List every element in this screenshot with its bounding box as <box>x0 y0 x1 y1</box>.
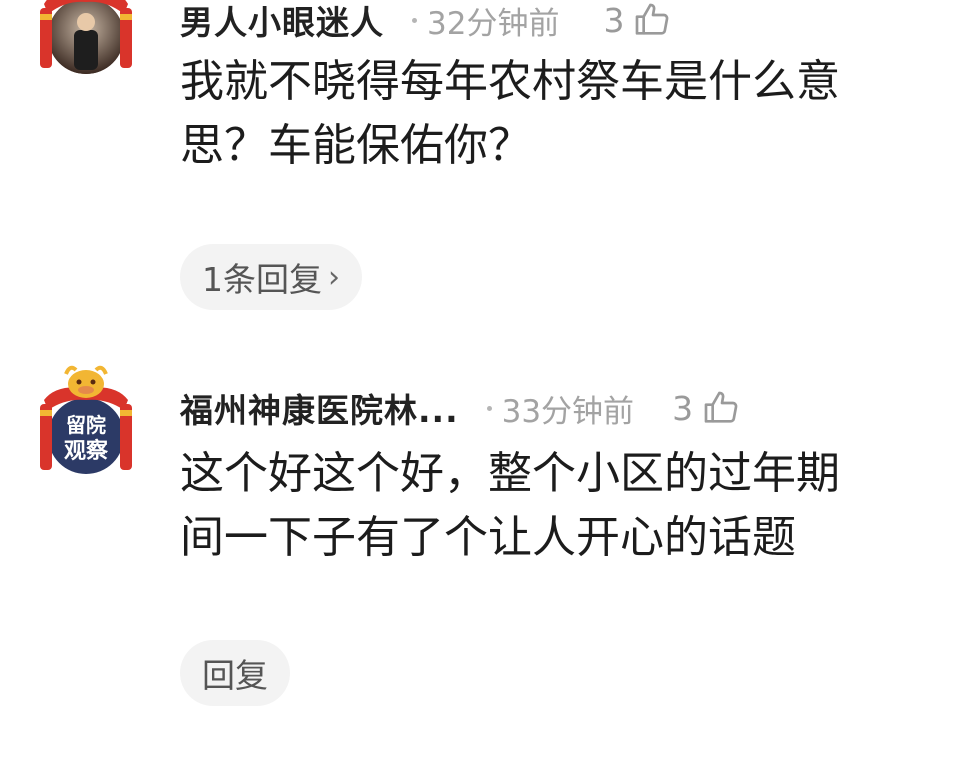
timestamp: 32分钟前 <box>412 0 559 43</box>
thumbs-up-icon <box>701 388 741 428</box>
like-button[interactable]: 3 <box>603 0 672 40</box>
svg-text:观察: 观察 <box>64 438 109 464</box>
reply-button[interactable]: 回复 <box>180 640 290 706</box>
avatar[interactable]: 留院 观察 <box>36 362 136 474</box>
thumbs-up-icon <box>632 0 672 40</box>
avatar[interactable] <box>36 0 136 84</box>
comment-text: 我就不晓得每年农村祭车是什么意 思？车能保佑你？ <box>180 50 972 178</box>
timestamp-text: 33分钟前 <box>501 393 635 430</box>
comment-line: 这个好这个好，整个小区的过年期 <box>180 448 840 499</box>
separator-dot <box>486 405 492 411</box>
separator-dot <box>412 17 417 23</box>
comment-line: 我就不晓得每年农村祭车是什么意 <box>180 56 840 107</box>
username[interactable]: 男人小眼迷人 <box>180 0 384 44</box>
username[interactable]: 福州神康医院林... <box>180 384 459 432</box>
reply-label: 1条回复 <box>202 260 322 299</box>
festive-frame-avatar-icon <box>40 0 132 74</box>
comment-header: 福州神康医院林... 33分钟前 3 <box>180 380 741 436</box>
comment-line: 间一下子有了个让人开心的话题 <box>180 512 796 563</box>
chevron-right-icon: › <box>328 259 340 295</box>
like-count: 3 <box>672 388 694 428</box>
timestamp: 33分钟前 <box>486 386 635 431</box>
view-replies-button[interactable]: 1条回复 › <box>180 244 362 310</box>
like-button[interactable]: 3 <box>672 388 741 428</box>
comment-text: 这个好这个好，整个小区的过年期 间一下子有了个让人开心的话题 <box>180 442 972 570</box>
reply-label: 回复 <box>202 656 268 695</box>
comment-line: 思？车能保佑你？ <box>180 120 532 171</box>
comment-header: 男人小眼迷人 32分钟前 3 <box>180 0 672 48</box>
timestamp-text: 32分钟前 <box>427 5 560 42</box>
festive-frame-avatar-icon: 留院 观察 <box>40 365 132 474</box>
like-count: 3 <box>603 0 625 40</box>
svg-text:留院: 留院 <box>66 413 106 437</box>
